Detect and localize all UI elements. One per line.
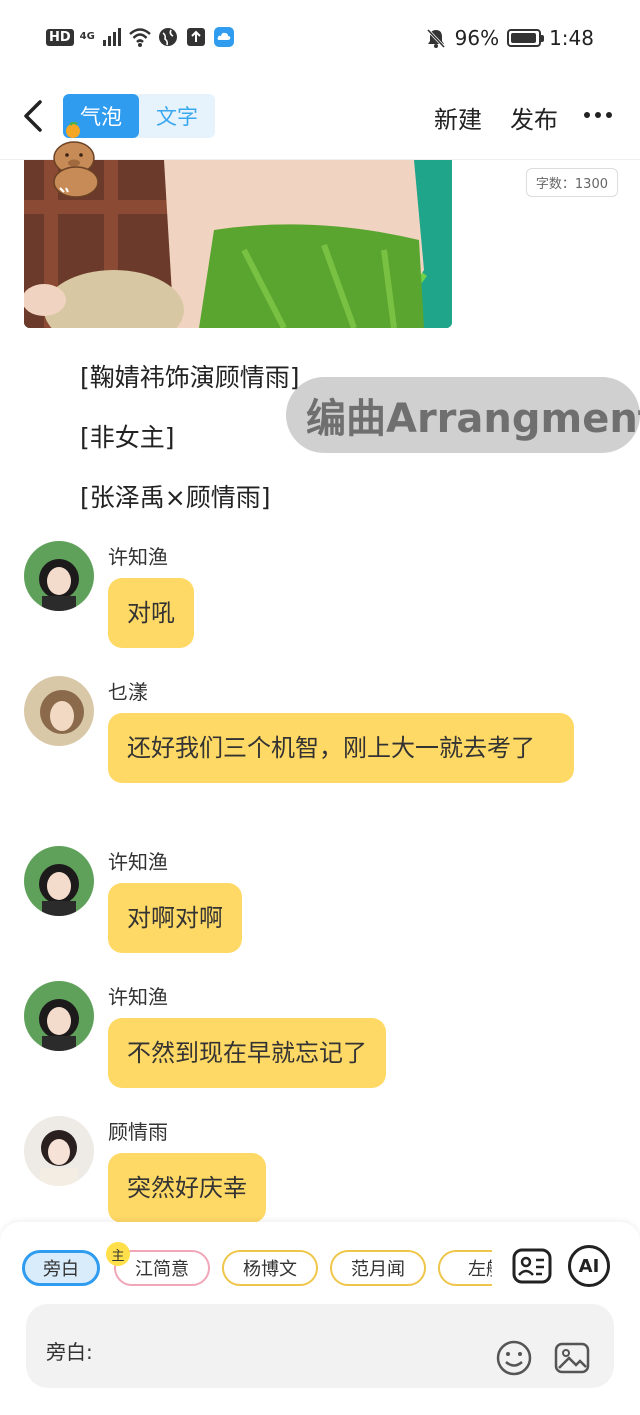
message-input[interactable]: 旁白: xyxy=(26,1304,614,1388)
publish-button[interactable]: 发布 xyxy=(510,100,558,135)
image-icon[interactable] xyxy=(552,1338,592,1378)
sender-name: 顾情雨 xyxy=(108,1120,168,1144)
cloud-icon xyxy=(213,27,234,47)
watermark-overlay: 编曲Arrangment xyxy=(286,377,640,453)
role-chip-narration[interactable]: 旁白 xyxy=(22,1250,100,1286)
message-bubble[interactable]: 不然到现在早就忘记了 xyxy=(108,1018,386,1088)
battery-percent: 96% xyxy=(454,26,500,50)
upload-icon xyxy=(186,28,205,46)
message-bubble[interactable]: 对啊对啊 xyxy=(108,883,242,953)
network-indicator: 4G xyxy=(79,31,95,42)
battery-icon xyxy=(507,29,545,47)
sender-name: 许知渔 xyxy=(108,985,168,1009)
role-chip[interactable]: 左航 xyxy=(438,1250,492,1286)
ai-button[interactable]: AI xyxy=(568,1245,610,1287)
avatar[interactable] xyxy=(24,1116,94,1186)
emoji-icon[interactable] xyxy=(494,1338,534,1378)
tag-line: [张泽禹×顾情雨] xyxy=(80,483,271,512)
signal-icon xyxy=(102,28,121,46)
tag-line: [非女主] xyxy=(80,423,175,452)
new-button[interactable]: 新建 xyxy=(434,100,482,135)
tab-text[interactable]: 文字 xyxy=(139,94,215,138)
role-chip[interactable]: 杨博文 xyxy=(222,1250,318,1286)
input-role-label: 旁白: xyxy=(46,1340,93,1364)
main-character-badge: 主 xyxy=(106,1242,130,1266)
word-count-badge: 字数：1300 xyxy=(525,168,618,197)
tag-line: [鞠婧祎饰演顾情雨] xyxy=(80,363,300,392)
role-chip[interactable]: 范月闻 xyxy=(330,1250,426,1286)
watermark-text: 编曲Arrangment xyxy=(306,396,640,442)
sender-name: 许知渔 xyxy=(108,850,168,874)
avatar[interactable] xyxy=(24,541,94,611)
avatar[interactable] xyxy=(24,981,94,1051)
avatar[interactable] xyxy=(24,846,94,916)
hd-indicator: HD xyxy=(46,28,74,46)
status-bar: HD 4G 96% 1:48 xyxy=(0,0,640,78)
mute-bell-icon xyxy=(426,28,445,49)
message-bubble[interactable]: 突然好庆幸 xyxy=(108,1153,266,1223)
role-selector: 旁白 江简意 杨博文 范月闻 左航 xyxy=(22,1250,492,1286)
dot xyxy=(595,112,601,118)
avatar[interactable] xyxy=(24,676,94,746)
dot xyxy=(606,112,612,118)
wifi-icon xyxy=(129,28,151,47)
capybara-mascot-icon xyxy=(53,122,99,198)
dot xyxy=(584,112,590,118)
back-arrow-icon[interactable] xyxy=(18,96,48,136)
sender-name: 乜漾 xyxy=(108,680,148,704)
battery-fill xyxy=(511,33,537,43)
character-card-icon[interactable] xyxy=(511,1245,553,1287)
status-left: HD 4G xyxy=(46,26,235,48)
clock: 1:48 xyxy=(549,26,594,50)
status-right: 96% 1:48 xyxy=(425,26,594,50)
message-bubble[interactable]: 对吼 xyxy=(108,578,194,648)
sender-name: 许知渔 xyxy=(108,545,168,569)
more-menu-button[interactable] xyxy=(584,112,612,118)
globe-icon xyxy=(158,28,177,46)
message-bubble[interactable]: 还好我们三个机智，刚上大一就去考了 xyxy=(108,713,574,783)
